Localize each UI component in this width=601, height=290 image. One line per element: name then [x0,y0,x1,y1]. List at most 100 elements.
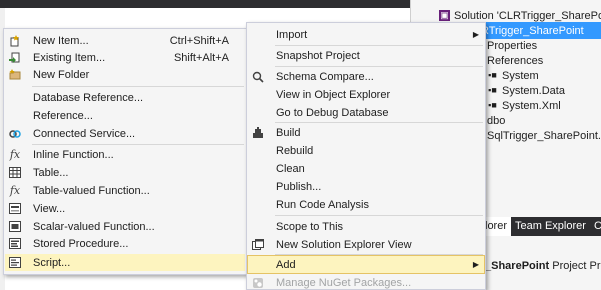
reference-icon: ▪■ [488,100,497,110]
tab-class-view[interactable]: Cla [590,217,601,236]
menu-item-label: Table-valued Function... [33,184,150,197]
add-submenu: New Item... Ctrl+Shift+A Existing Item..… [3,28,247,275]
menu-item-label: Inline Function... [33,148,114,161]
menu-icon-slot [248,196,268,213]
menu-item-existing-item[interactable]: Existing Item... Shift+Alt+A [5,49,245,66]
menu-item-table-valued-function[interactable]: fx Table-valued Function... [5,182,245,199]
tree-item-label: RTrigger_SharePoint [481,24,584,37]
menu-separator [32,86,244,87]
menu-icon-slot [248,104,268,121]
menu-item-label: Scalar-valued Function... [33,220,155,233]
project-context-menu: Import ▶ Snapshot Project Schema Compare… [246,22,486,290]
tab-team-explorer[interactable]: Team Explorer [511,217,590,236]
properties-title-name: _SharePoint [485,260,550,272]
menu-item-build[interactable]: Build [248,124,484,141]
submenu-arrow-icon: ▶ [472,260,480,269]
menu-item-new-solution-explorer-view[interactable]: New Solution Explorer View [248,236,484,253]
menu-item-label: Reference... [33,109,93,122]
menu-item-view-in-object-explorer[interactable]: View in Object Explorer [248,86,484,103]
tree-item-label: Properties [487,39,538,52]
menu-item-label: New Solution Explorer View [276,238,412,251]
new-folder-icon [5,66,25,83]
new-item-icon [5,32,25,49]
properties-panel: _SharePoint Project Prop [481,236,601,290]
stored-procedure-icon [5,235,25,252]
tree-item-label: SqlTrigger_SharePoint.cs [487,129,601,142]
menu-item-rebuild[interactable]: Rebuild [248,142,484,159]
menu-item-label: Schema Compare... [276,70,374,83]
function-icon: fx [9,184,21,197]
connected-service-icon [5,125,25,142]
menu-item-label: Publish... [276,180,322,193]
tree-item-sqltrigger-file[interactable]: SqlTrigger_SharePoint.cs [487,127,601,144]
menu-separator [32,144,244,145]
menu-item-scope-to-this[interactable]: Scope to This [248,218,484,235]
menu-item-label: Manage NuGet Packages... [276,276,412,289]
tree-item-label: System [502,69,539,82]
menu-item-connected-service[interactable]: Connected Service... [5,125,245,142]
tree-item-label: dbo [487,114,506,127]
new-view-icon [248,236,268,253]
menu-item-clean[interactable]: Clean [248,160,484,177]
submenu-arrow-icon: ▶ [472,30,480,39]
menu-item-database-reference[interactable]: Database Reference... [5,89,245,106]
tree-item-label: Solution 'CLRTrigger_SharePoint [454,9,601,22]
menu-separator [275,215,483,216]
menu-icon-slot [5,107,25,124]
function-icon: fx [9,148,21,161]
tree-item-label: References [487,54,544,67]
nuget-icon [248,274,268,290]
menu-separator [275,45,483,46]
menu-item-label: View... [33,202,66,215]
existing-item-icon [5,49,25,66]
menu-item-table[interactable]: Table... [5,164,245,181]
menu-item-reference[interactable]: Reference... [5,107,245,124]
menu-separator [275,122,483,123]
script-icon [5,254,25,271]
properties-title: _SharePoint Project Prop [485,260,601,272]
menu-item-view[interactable]: View... [5,200,245,217]
menu-icon-slot [248,47,268,64]
menu-item-new-item[interactable]: New Item... Ctrl+Shift+A [5,32,245,49]
menu-item-publish[interactable]: Publish... [248,178,484,195]
reference-icon: ▪■ [488,85,497,95]
menu-item-label: View in Object Explorer [276,88,391,101]
menu-icon-slot [248,218,268,235]
menu-item-stored-procedure[interactable]: Stored Procedure... [5,235,245,252]
menu-item-manage-nuget-packages[interactable]: Manage NuGet Packages... [248,274,484,290]
menu-item-label: Scope to This [276,220,344,233]
view-icon [5,200,25,217]
menu-item-label: Go to Debug Database [276,106,389,119]
menu-item-go-to-debug-database[interactable]: Go to Debug Database [248,104,484,121]
menu-item-label: Script... [33,256,71,269]
menu-item-scalar-valued-function[interactable]: Scalar-valued Function... [5,218,245,235]
menu-item-shortcut: Ctrl+Shift+A [169,34,229,47]
menu-item-label: Rebuild [276,144,314,157]
menu-item-label: New Folder [33,68,90,81]
menu-item-label: Stored Procedure... [33,237,129,250]
menu-item-label: Build [276,126,301,139]
menu-item-snapshot-project[interactable]: Snapshot Project [248,47,484,64]
menu-item-label: Snapshot Project [276,49,360,62]
menu-item-label: Clean [276,162,305,175]
menu-item-run-code-analysis[interactable]: Run Code Analysis [248,196,484,213]
menu-icon-slot [248,26,268,43]
build-icon [248,124,268,141]
menu-item-new-folder[interactable]: New Folder [5,66,245,83]
scalar-function-icon [5,218,25,235]
menu-item-label: Table... [33,166,69,179]
menu-item-label: Existing Item... [33,51,106,64]
menu-icon-slot [248,86,268,103]
menu-separator [275,66,483,67]
schema-compare-icon [248,68,268,85]
menu-item-label: Database Reference... [33,91,144,104]
menu-icon-slot [5,89,25,106]
properties-title-kind: Project Prop [552,260,601,272]
menu-icon-slot [248,256,268,273]
menu-item-add[interactable]: Add ▶ [247,255,485,274]
menu-item-schema-compare[interactable]: Schema Compare... [248,68,484,85]
menu-item-import[interactable]: Import ▶ [248,26,484,43]
menu-item-inline-function[interactable]: fx Inline Function... [5,146,245,163]
menu-item-script[interactable]: Script... [5,254,245,271]
menu-icon-slot [248,142,268,159]
